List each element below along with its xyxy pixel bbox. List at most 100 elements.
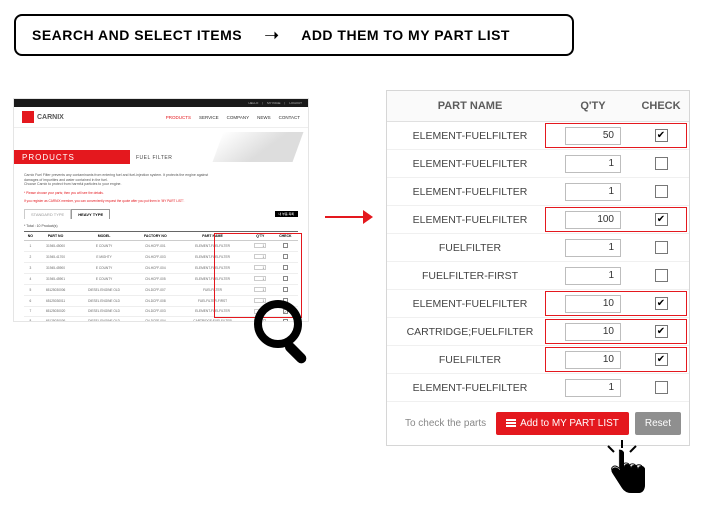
check-box[interactable] bbox=[655, 157, 668, 170]
reset-button[interactable]: Reset bbox=[635, 412, 681, 435]
parts-list-btn[interactable]: 내 부품 목록 bbox=[275, 211, 298, 217]
check-mini[interactable] bbox=[283, 243, 288, 248]
ss-hero: PRODUCTS FUEL FILTER bbox=[14, 127, 308, 167]
check-box[interactable] bbox=[655, 381, 668, 394]
check-box[interactable]: ✔ bbox=[655, 297, 668, 310]
panel-row: ELEMENT-FUELFILTER bbox=[387, 178, 689, 206]
check-mini[interactable] bbox=[283, 254, 288, 259]
ss-th: Q'TY bbox=[248, 231, 273, 240]
reset-btn-label: Reset bbox=[645, 418, 671, 429]
row-partname: ELEMENT-FUELFILTER bbox=[387, 382, 553, 394]
check-box[interactable]: ✔ bbox=[655, 353, 668, 366]
products-subtitle: FUEL FILTER bbox=[136, 155, 172, 161]
ss-th: NO bbox=[24, 231, 37, 240]
panel-row: CARTRIDGE;FUELFILTER ✔ bbox=[387, 318, 689, 346]
add-btn-label: Add to MY PART LIST bbox=[520, 418, 619, 429]
table-row: 231945-41700E MIGHTYCN-HCFF-003ELEMENT-F… bbox=[24, 251, 298, 262]
row-partname: ELEMENT-FUELFILTER bbox=[387, 130, 553, 142]
check-box[interactable] bbox=[655, 269, 668, 282]
panel-row: ELEMENT-FUELFILTER ✔ bbox=[387, 206, 689, 234]
grid-icon bbox=[506, 419, 516, 429]
total-count: * Total : 10 Product(s) bbox=[24, 224, 298, 228]
qty-mini[interactable]: 1 bbox=[254, 265, 266, 270]
qty-input[interactable] bbox=[565, 211, 621, 229]
brand-name: CARNIX bbox=[37, 114, 64, 121]
qty-input[interactable] bbox=[565, 267, 621, 285]
check-mini[interactable] bbox=[283, 265, 288, 270]
ss-menu-item[interactable]: NEWS bbox=[257, 115, 271, 120]
panel-row: ELEMENT-FUELFILTER ✔ bbox=[387, 122, 689, 150]
add-to-partlist-button[interactable]: Add to MY PART LIST bbox=[496, 412, 629, 435]
tab-heavy[interactable]: HEAVY TYPE bbox=[71, 209, 110, 219]
qty-input[interactable] bbox=[565, 183, 621, 201]
products-title: PRODUCTS bbox=[14, 150, 130, 164]
ss-menu-item[interactable]: PRODUCTS bbox=[166, 115, 191, 120]
ss-th: CHECK bbox=[273, 231, 298, 240]
ss-th: MODEL bbox=[74, 231, 133, 240]
qty-input[interactable] bbox=[565, 295, 621, 313]
qty-input[interactable] bbox=[565, 351, 621, 369]
panel-row: FUELFILTER bbox=[387, 234, 689, 262]
col-check: CHECK bbox=[633, 91, 689, 121]
check-box[interactable]: ✔ bbox=[655, 325, 668, 338]
banner-right: ADD THEM TO MY PART LIST bbox=[301, 27, 510, 43]
qty-mini[interactable]: 1 bbox=[254, 254, 266, 259]
ss-warn-2: If you register as CARNIX member, you ca… bbox=[24, 199, 298, 203]
footer-text: To check the parts bbox=[405, 418, 486, 429]
row-partname: CARTRIDGE;FUELFILTER bbox=[387, 326, 553, 338]
ss-th: FACTORY NO bbox=[134, 231, 177, 240]
table-row: 565125030006DIESEL ENGINE OLDCN-DCFF-007… bbox=[24, 284, 298, 295]
row-partname: FUELFILTER bbox=[387, 242, 553, 254]
qty-mini[interactable]: 1 bbox=[254, 287, 266, 292]
ss-th: PART NAME bbox=[177, 231, 248, 240]
ss-warn-1: * Please choose your parts; then you wil… bbox=[24, 191, 298, 195]
ss-topbar: HELLO|MY PAGE|LOGOUT bbox=[14, 99, 308, 107]
panel-row: FUELFILTER ✔ bbox=[387, 346, 689, 374]
hero-image bbox=[213, 132, 304, 162]
table-row: 431945-45901E COUNTYCN-HCFF-005ELEMENT-F… bbox=[24, 273, 298, 284]
instruction-banner: SEARCH AND SELECT ITEMS ➝ ADD THEM TO MY… bbox=[14, 14, 574, 56]
banner-left: SEARCH AND SELECT ITEMS bbox=[32, 27, 242, 43]
logo-icon bbox=[22, 111, 34, 123]
panel-row: ELEMENT-FUELFILTER bbox=[387, 150, 689, 178]
ss-menu-item[interactable]: SERVICE bbox=[199, 115, 219, 120]
qty-input[interactable] bbox=[565, 239, 621, 257]
row-partname: FUELFILTER-FIRST bbox=[387, 270, 553, 282]
col-qty: Q'TY bbox=[553, 91, 633, 121]
check-box[interactable] bbox=[655, 241, 668, 254]
ss-th: PART NO bbox=[37, 231, 75, 240]
ss-nav: CARNIX PRODUCTS SERVICE COMPANY NEWS CONTACT bbox=[14, 107, 308, 127]
check-box[interactable]: ✔ bbox=[655, 213, 668, 226]
row-partname: FUELFILTER bbox=[387, 354, 553, 366]
qty-input[interactable] bbox=[565, 127, 621, 145]
qty-input[interactable] bbox=[565, 323, 621, 341]
row-partname: ELEMENT-FUELFILTER bbox=[387, 158, 553, 170]
arrow-right-large-icon bbox=[325, 210, 373, 224]
panel-row: ELEMENT-FUELFILTER ✔ bbox=[387, 290, 689, 318]
ss-menu-item[interactable]: CONTACT bbox=[279, 115, 300, 120]
panel-row: ELEMENT-FUELFILTER bbox=[387, 374, 689, 402]
table-row: 331945-45900E COUNTYCN-HCFF-004ELEMENT-F… bbox=[24, 262, 298, 273]
ss-desc-3: Choose Carnix to protect from harmful pa… bbox=[24, 182, 298, 187]
check-mini[interactable] bbox=[283, 287, 288, 292]
tab-standard[interactable]: STANDARD TYPE bbox=[24, 209, 71, 219]
screenshot-thumbnail: HELLO|MY PAGE|LOGOUT CARNIX PRODUCTS SERV… bbox=[13, 98, 309, 322]
arrow-right-icon: ➝ bbox=[264, 25, 279, 46]
ss-menu-item[interactable]: COMPANY bbox=[227, 115, 249, 120]
check-mini[interactable] bbox=[283, 276, 288, 281]
row-partname: ELEMENT-FUELFILTER bbox=[387, 298, 553, 310]
panel-row: FUELFILTER-FIRST bbox=[387, 262, 689, 290]
check-box[interactable]: ✔ bbox=[655, 129, 668, 142]
part-list-panel: PART NAME Q'TY CHECK ELEMENT-FUELFILTER ✔… bbox=[386, 90, 690, 446]
qty-input[interactable] bbox=[565, 155, 621, 173]
click-hand-icon bbox=[600, 438, 654, 503]
row-partname: ELEMENT-FUELFILTER bbox=[387, 214, 553, 226]
qty-input[interactable] bbox=[565, 379, 621, 397]
table-row: 131945-45000E COUNTYCN-HCFF-001ELEMENT-F… bbox=[24, 240, 298, 251]
qty-mini[interactable]: 1 bbox=[254, 243, 266, 248]
row-partname: ELEMENT-FUELFILTER bbox=[387, 186, 553, 198]
qty-mini[interactable]: 1 bbox=[254, 276, 266, 281]
magnifier-icon bbox=[250, 296, 320, 371]
panel-header: PART NAME Q'TY CHECK bbox=[387, 91, 689, 122]
check-box[interactable] bbox=[655, 185, 668, 198]
